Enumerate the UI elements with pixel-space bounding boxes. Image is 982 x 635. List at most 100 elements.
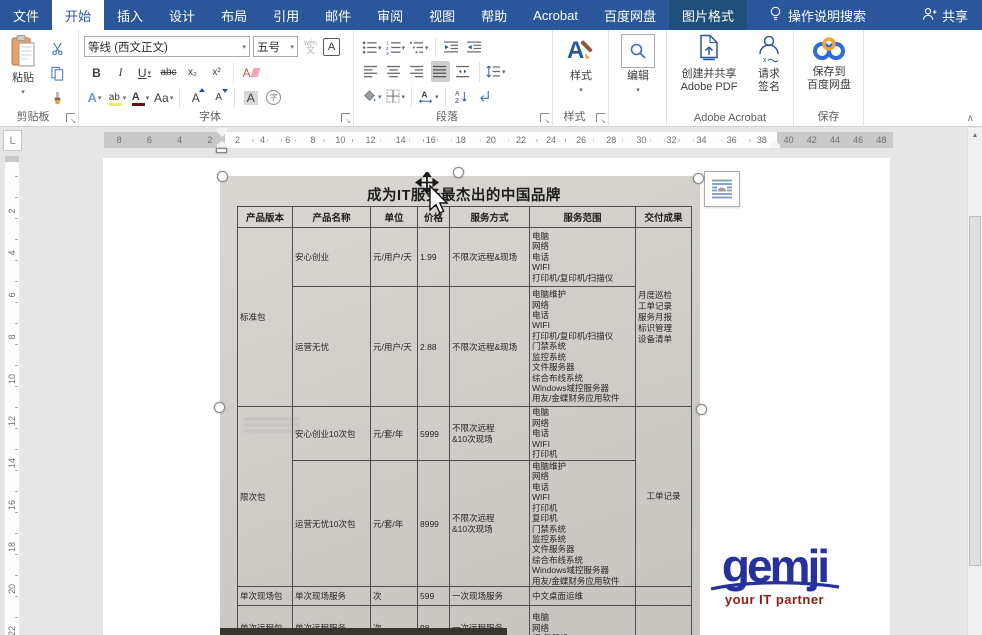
shading-button[interactable] [362,86,382,107]
scrollbar-thumb[interactable] [969,216,981,566]
save-to-baidu-button[interactable]: 保存到 百度网盘 [802,34,856,92]
sort-button[interactable]: AZ [452,86,471,107]
justify-button[interactable] [431,61,450,82]
styles-button[interactable]: A 样式 [561,34,601,97]
tab-file[interactable]: 文件 [0,0,52,30]
selection-handle-top-middle[interactable] [453,167,464,178]
multilevel-list-button[interactable] [409,37,429,58]
borders-button[interactable] [386,86,406,107]
styles-dialog-launcher[interactable] [596,113,605,122]
character-border-button[interactable]: A [323,38,340,56]
align-left-button[interactable] [362,61,381,82]
selection-handle-top-right[interactable] [693,173,704,184]
font-size-select[interactable]: 五号 [253,36,298,57]
tab-insert[interactable]: 插入 [104,0,156,30]
highlight-color-button[interactable]: ab [108,87,127,108]
underline-button[interactable]: U [135,62,154,83]
tab-baidu-netdisk[interactable]: 百度网盘 [591,0,669,30]
tab-acrobat[interactable]: Acrobat [520,0,591,30]
share-button[interactable]: 共享 [908,0,982,30]
selection-handle-top-left[interactable] [217,171,228,182]
tab-review[interactable]: 审阅 [364,0,416,30]
font-name-select[interactable]: 等线 (西文正文) [84,36,250,57]
char-shading-glyph: A [244,91,258,105]
font-group-label: 字体 [79,108,341,124]
styles-dropdown-arrow[interactable] [579,83,583,97]
request-signatures-button[interactable]: x 请求 签名 [749,34,789,94]
empty-cell [636,606,692,635]
distribute-button[interactable] [454,61,473,82]
character-shading-button[interactable]: A [241,87,260,108]
strikethrough-button[interactable]: abc [159,62,178,83]
clipboard-dialog-launcher[interactable] [66,113,75,122]
svg-text:x: x [763,57,767,64]
selection-handle-middle-left[interactable] [214,402,225,413]
paragraph-dialog-launcher[interactable] [540,113,549,122]
shrink-font-button[interactable]: A [209,87,228,108]
styles-icon: A [565,34,597,70]
grow-font-button[interactable]: A [186,87,205,108]
change-case-button[interactable]: Aa [154,87,173,108]
phonetic-guide-button[interactable]: wén文 [301,36,320,57]
line-spacing-button[interactable] [486,61,506,82]
superscript-button[interactable]: x² [207,62,226,83]
copy-button[interactable] [48,63,67,84]
paste-button[interactable]: 粘贴 [4,34,42,99]
format-painter-button[interactable] [48,88,67,109]
text-effects-button[interactable]: A [85,87,104,108]
tab-mailings[interactable]: 邮件 [312,0,364,30]
increase-indent-button[interactable] [465,37,484,58]
enclose-characters-button[interactable]: 字 [264,87,283,108]
tab-picture-format[interactable]: 图片格式 [669,0,747,30]
selected-table-photo[interactable]: 成为IT服务最杰出的中国品牌 产品版本 产品名称 单位 价格 服务方式 服务范围… [220,176,700,635]
font-dialog-launcher[interactable] [341,113,350,122]
subscript-button[interactable]: x₂ [183,62,202,83]
tab-stop-selector[interactable]: L [3,130,22,151]
ruler-number: 16 [425,132,437,148]
tab-design[interactable]: 设计 [156,0,208,30]
vertical-scrollbar[interactable] [967,128,982,635]
layout-options-button[interactable] [704,171,740,207]
tab-layout[interactable]: 布局 [208,0,260,30]
ruler-number: 44 [829,132,841,148]
clear-formatting-button[interactable]: A [241,62,260,83]
ruler-number: 8 [116,132,123,148]
cell-mode: 一次现场服务 [450,587,530,606]
show-marks-button[interactable] [475,86,494,107]
cell-name: 安心创业 [293,228,371,287]
tab-view[interactable]: 视图 [416,0,468,30]
scroll-up-button[interactable] [968,128,982,143]
bullets-button[interactable] [362,37,382,58]
distribute-icon [456,64,471,79]
tab-home[interactable]: 开始 [52,0,104,30]
numbering-button[interactable]: 123 [386,37,406,58]
align-right-button[interactable] [408,61,427,82]
decrease-indent-button[interactable] [442,37,461,58]
cut-button[interactable] [48,38,67,59]
tell-me-search[interactable]: 操作说明搜索 [757,0,878,30]
divider [411,87,412,107]
font-color-button[interactable]: A [131,87,150,108]
editing-group: 编辑 [609,30,667,126]
ruler-number: 36 [726,132,738,148]
cell-group-limited: 限次包 [238,407,293,587]
editing-dropdown-arrow[interactable] [636,83,640,97]
save-baidu-label-2: 百度网盘 [807,79,851,92]
vertical-ruler[interactable]: 246810121416182022 [5,156,19,635]
selection-handle-middle-right[interactable] [696,404,707,415]
editing-button[interactable]: 编辑 [619,34,657,97]
font-name-value: 等线 (西文正文) [88,39,168,55]
paste-dropdown-arrow[interactable] [21,85,25,99]
left-indent-marker[interactable] [216,148,227,153]
collapse-ribbon-button[interactable] [967,113,974,124]
create-share-pdf-button[interactable]: 创建并共享 Adobe PDF [673,34,745,94]
italic-button[interactable]: I [111,62,130,83]
document-page[interactable]: 成为IT服务最杰出的中国品牌 产品版本 产品名称 单位 价格 服务方式 服务范围… [103,158,890,635]
tab-references[interactable]: 引用 [260,0,312,30]
asian-layout-button[interactable]: A [418,86,439,107]
bold-button[interactable]: B [87,62,106,83]
tab-help[interactable]: 帮助 [468,0,520,30]
horizontal-ruler[interactable]: 2468101214161820222426283032343638 [225,132,777,148]
cell-price: 2.88 [418,287,450,407]
align-center-button[interactable] [385,61,404,82]
